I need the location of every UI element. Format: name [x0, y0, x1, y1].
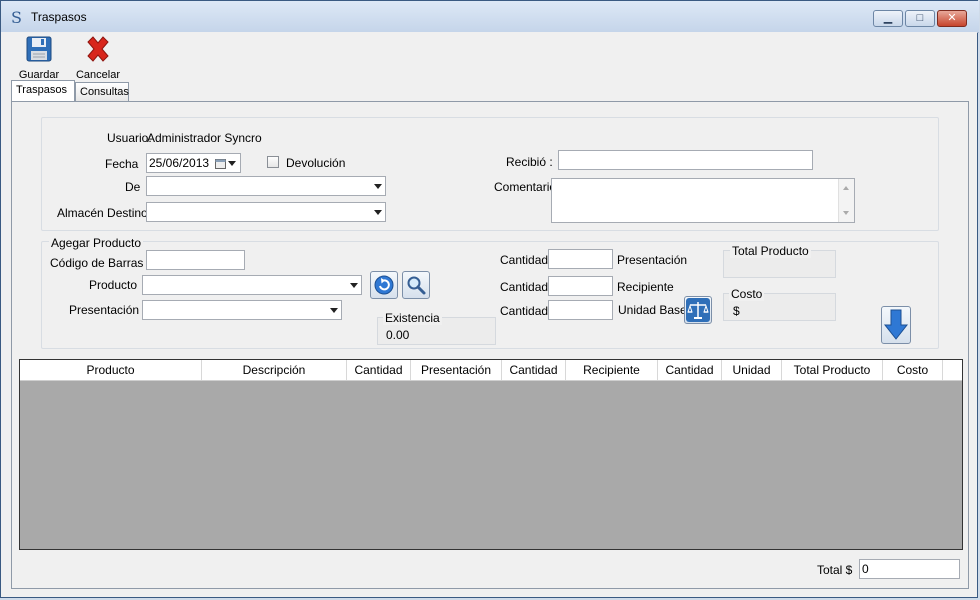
fecha-date-picker[interactable]: 25/06/2013	[146, 153, 241, 173]
scroll-up-icon[interactable]	[843, 186, 849, 190]
fecha-label: Fecha	[105, 157, 139, 171]
close-button[interactable]: ✕	[937, 10, 967, 27]
column-header-recipiente[interactable]: Recipiente	[566, 360, 658, 380]
main-window: S Traspasos ▁ □ ✕ Guardar Cancelar Trasp…	[0, 0, 979, 598]
add-product-group-title: Agegar Producto	[49, 236, 144, 250]
scroll-down-icon[interactable]	[843, 211, 849, 215]
almacen-destino-label: Almacén Destino	[57, 206, 148, 220]
costo-label: Costo	[729, 287, 765, 301]
calendar-icon	[215, 159, 226, 169]
total-value: 0	[862, 562, 869, 576]
de-select[interactable]	[146, 176, 386, 196]
cantidad-presentacion-input[interactable]	[548, 249, 613, 269]
barcode-input[interactable]	[146, 250, 245, 270]
column-header-descripcion[interactable]: Descripción	[202, 360, 347, 380]
column-header-cantidad[interactable]: Cantidad	[658, 360, 722, 380]
grid-header: Producto Descripción Cantidad Presentaci…	[20, 360, 962, 381]
chevron-down-icon	[350, 283, 358, 288]
column-header-costo[interactable]: Costo	[883, 360, 943, 380]
barcode-label: Código de Barras	[50, 256, 144, 270]
chevron-down-icon	[374, 184, 382, 189]
comentario-textarea[interactable]	[551, 178, 855, 223]
column-header-total-producto[interactable]: Total Producto	[782, 360, 883, 380]
search-button[interactable]	[402, 271, 430, 299]
existencia-label: Existencia	[383, 311, 442, 325]
floppy-disk-icon	[26, 36, 52, 62]
presentacion-unit-label: Presentación	[617, 253, 688, 267]
cancel-x-icon	[87, 36, 109, 62]
column-header-unidad[interactable]: Unidad	[722, 360, 782, 380]
title-bar[interactable]: S Traspasos ▁ □ ✕	[1, 1, 979, 33]
total-producto-label: Total Producto	[730, 244, 811, 258]
cantidad-unidad-label: Cantidad	[500, 304, 549, 318]
presentacion-select[interactable]	[142, 300, 342, 320]
search-icon	[407, 276, 426, 295]
unidad-base-unit-label: Unidad Base	[618, 303, 687, 317]
total-label: Total $	[817, 563, 853, 577]
usuario-label: Usuario:	[107, 131, 152, 145]
fecha-value: 25/06/2013	[149, 156, 210, 170]
almacen-destino-select[interactable]	[146, 202, 386, 222]
cantidad-recipiente-label: Cantidad	[500, 280, 549, 294]
devolucion-label: Devolución	[286, 156, 346, 170]
chevron-down-icon	[330, 308, 338, 313]
cancel-label: Cancelar	[75, 69, 121, 81]
balance-scale-icon	[686, 298, 710, 322]
producto-select[interactable]	[142, 275, 362, 295]
tab-consultas[interactable]: Consultas	[75, 82, 129, 101]
column-header-cantidad[interactable]: Cantidad	[502, 360, 566, 380]
chevron-down-icon	[228, 161, 236, 166]
cancel-button[interactable]: Cancelar	[71, 34, 125, 81]
chevron-down-icon	[374, 210, 382, 215]
toolbar: Guardar Cancelar	[1, 32, 977, 81]
scale-button[interactable]	[684, 296, 712, 324]
refresh-button[interactable]	[370, 271, 398, 299]
cantidad-unidad-input[interactable]	[548, 300, 613, 320]
cantidad-presentacion-label: Cantidad	[500, 253, 549, 267]
app-logo-icon: S	[11, 8, 22, 27]
add-to-list-button[interactable]	[881, 306, 911, 344]
recipiente-unit-label: Recipiente	[617, 280, 674, 294]
comentario-label: Comentario	[494, 180, 557, 194]
comentario-scrollbar[interactable]	[838, 179, 854, 222]
maximize-icon: □	[916, 12, 924, 24]
save-button[interactable]: Guardar	[13, 34, 65, 81]
arrow-down-icon	[883, 309, 909, 340]
maximize-button[interactable]: □	[905, 10, 935, 27]
cantidad-recipiente-input[interactable]	[548, 276, 613, 296]
close-icon: ✕	[947, 12, 957, 24]
column-header-cantidad[interactable]: Cantidad	[347, 360, 411, 380]
tab-traspasos[interactable]: Traspasos	[11, 80, 75, 101]
minimize-button[interactable]: ▁	[873, 10, 903, 27]
recibio-input[interactable]	[558, 150, 813, 170]
recibio-label: Recibió :	[506, 155, 553, 169]
existencia-value: 0.00	[386, 328, 410, 342]
usuario-value: Administrador Syncro	[147, 131, 262, 145]
minimize-icon: ▁	[883, 12, 893, 24]
column-header-presentacion[interactable]: Presentación	[411, 360, 502, 380]
column-header-producto[interactable]: Producto	[20, 360, 202, 380]
refresh-icon	[374, 275, 394, 295]
product-grid[interactable]: Producto Descripción Cantidad Presentaci…	[19, 359, 963, 550]
producto-label: Producto	[89, 278, 138, 292]
costo-value: $	[733, 304, 740, 318]
total-input[interactable]: 0	[859, 559, 960, 579]
window-title: Traspasos	[31, 10, 87, 24]
de-label: De	[125, 180, 141, 194]
devolucion-checkbox[interactable]	[267, 156, 279, 168]
presentacion-label: Presentación	[69, 303, 140, 317]
